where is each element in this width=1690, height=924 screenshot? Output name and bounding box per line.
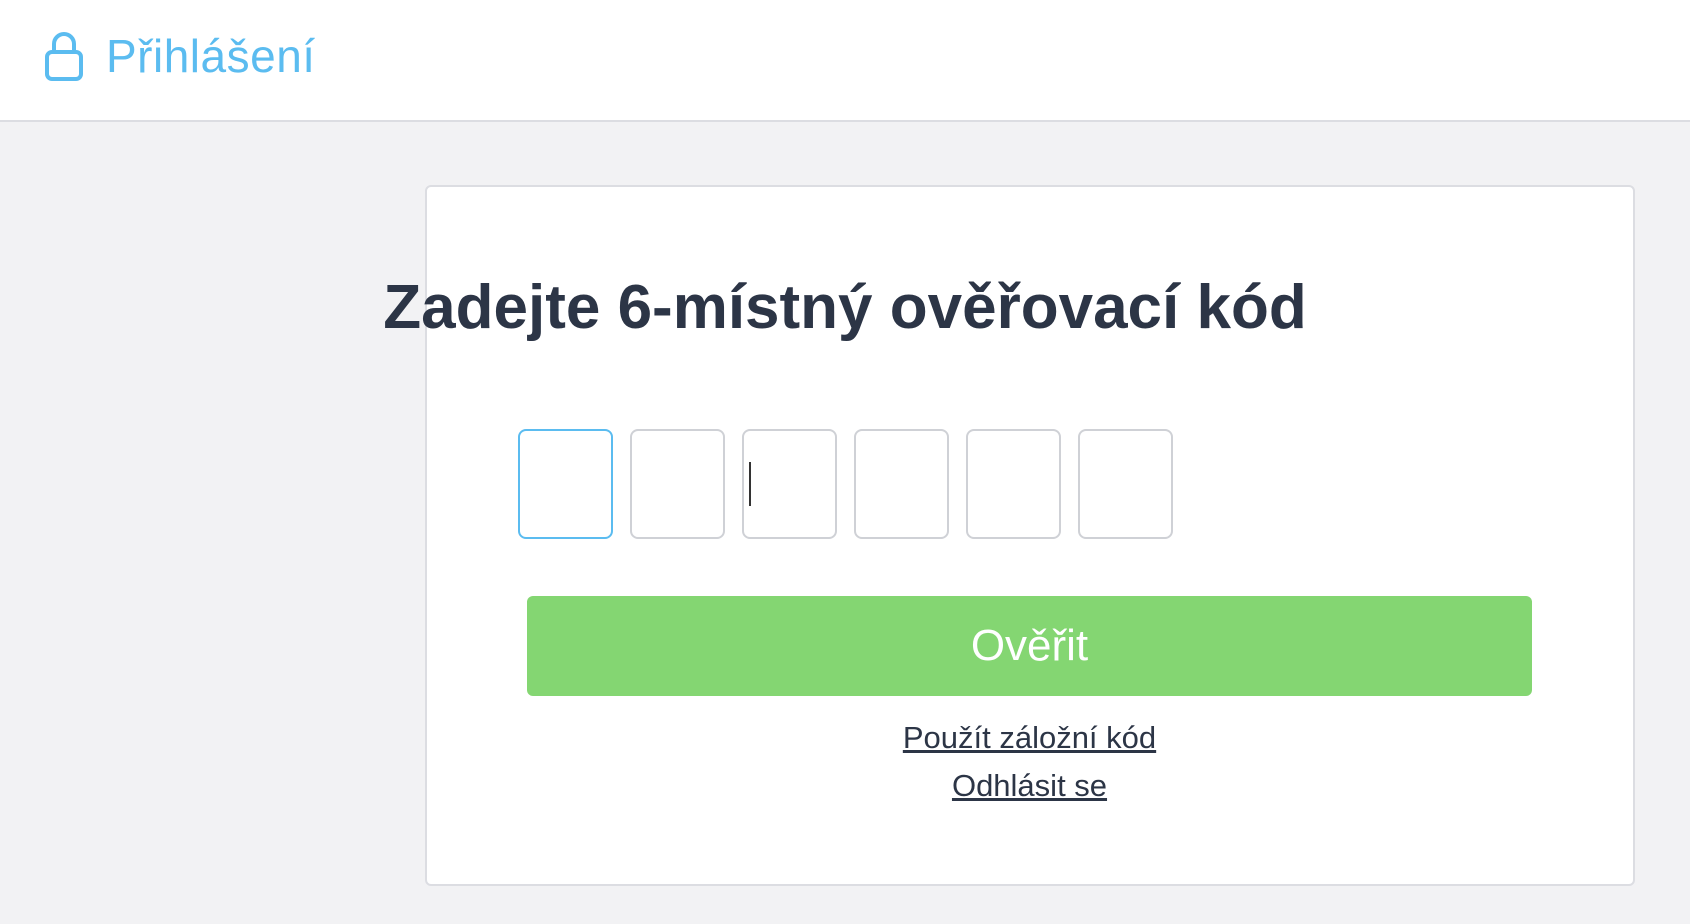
text-caret (749, 462, 751, 506)
top-bar: Přihlášení (0, 0, 1690, 122)
code-digit-5[interactable] (965, 429, 1061, 539)
code-digit-2[interactable] (629, 429, 725, 539)
verify-button[interactable]: Ověřit (527, 596, 1532, 696)
code-digit-6[interactable] (1077, 429, 1173, 539)
lock-icon (45, 32, 83, 81)
code-digit-4[interactable] (853, 429, 949, 539)
header-title: Přihlášení (106, 30, 316, 82)
code-digit-3[interactable] (741, 429, 837, 539)
code-digit-1[interactable] (517, 429, 613, 539)
use-backup-code-link[interactable]: Použít záložní kód (527, 720, 1532, 756)
login-header-link[interactable]: Přihlášení (44, 30, 316, 82)
page-title: Zadejte 6-místný ověřovací kód (383, 273, 1307, 342)
code-input-group (0, 429, 1690, 539)
logout-link[interactable]: Odhlásit se (527, 768, 1532, 804)
